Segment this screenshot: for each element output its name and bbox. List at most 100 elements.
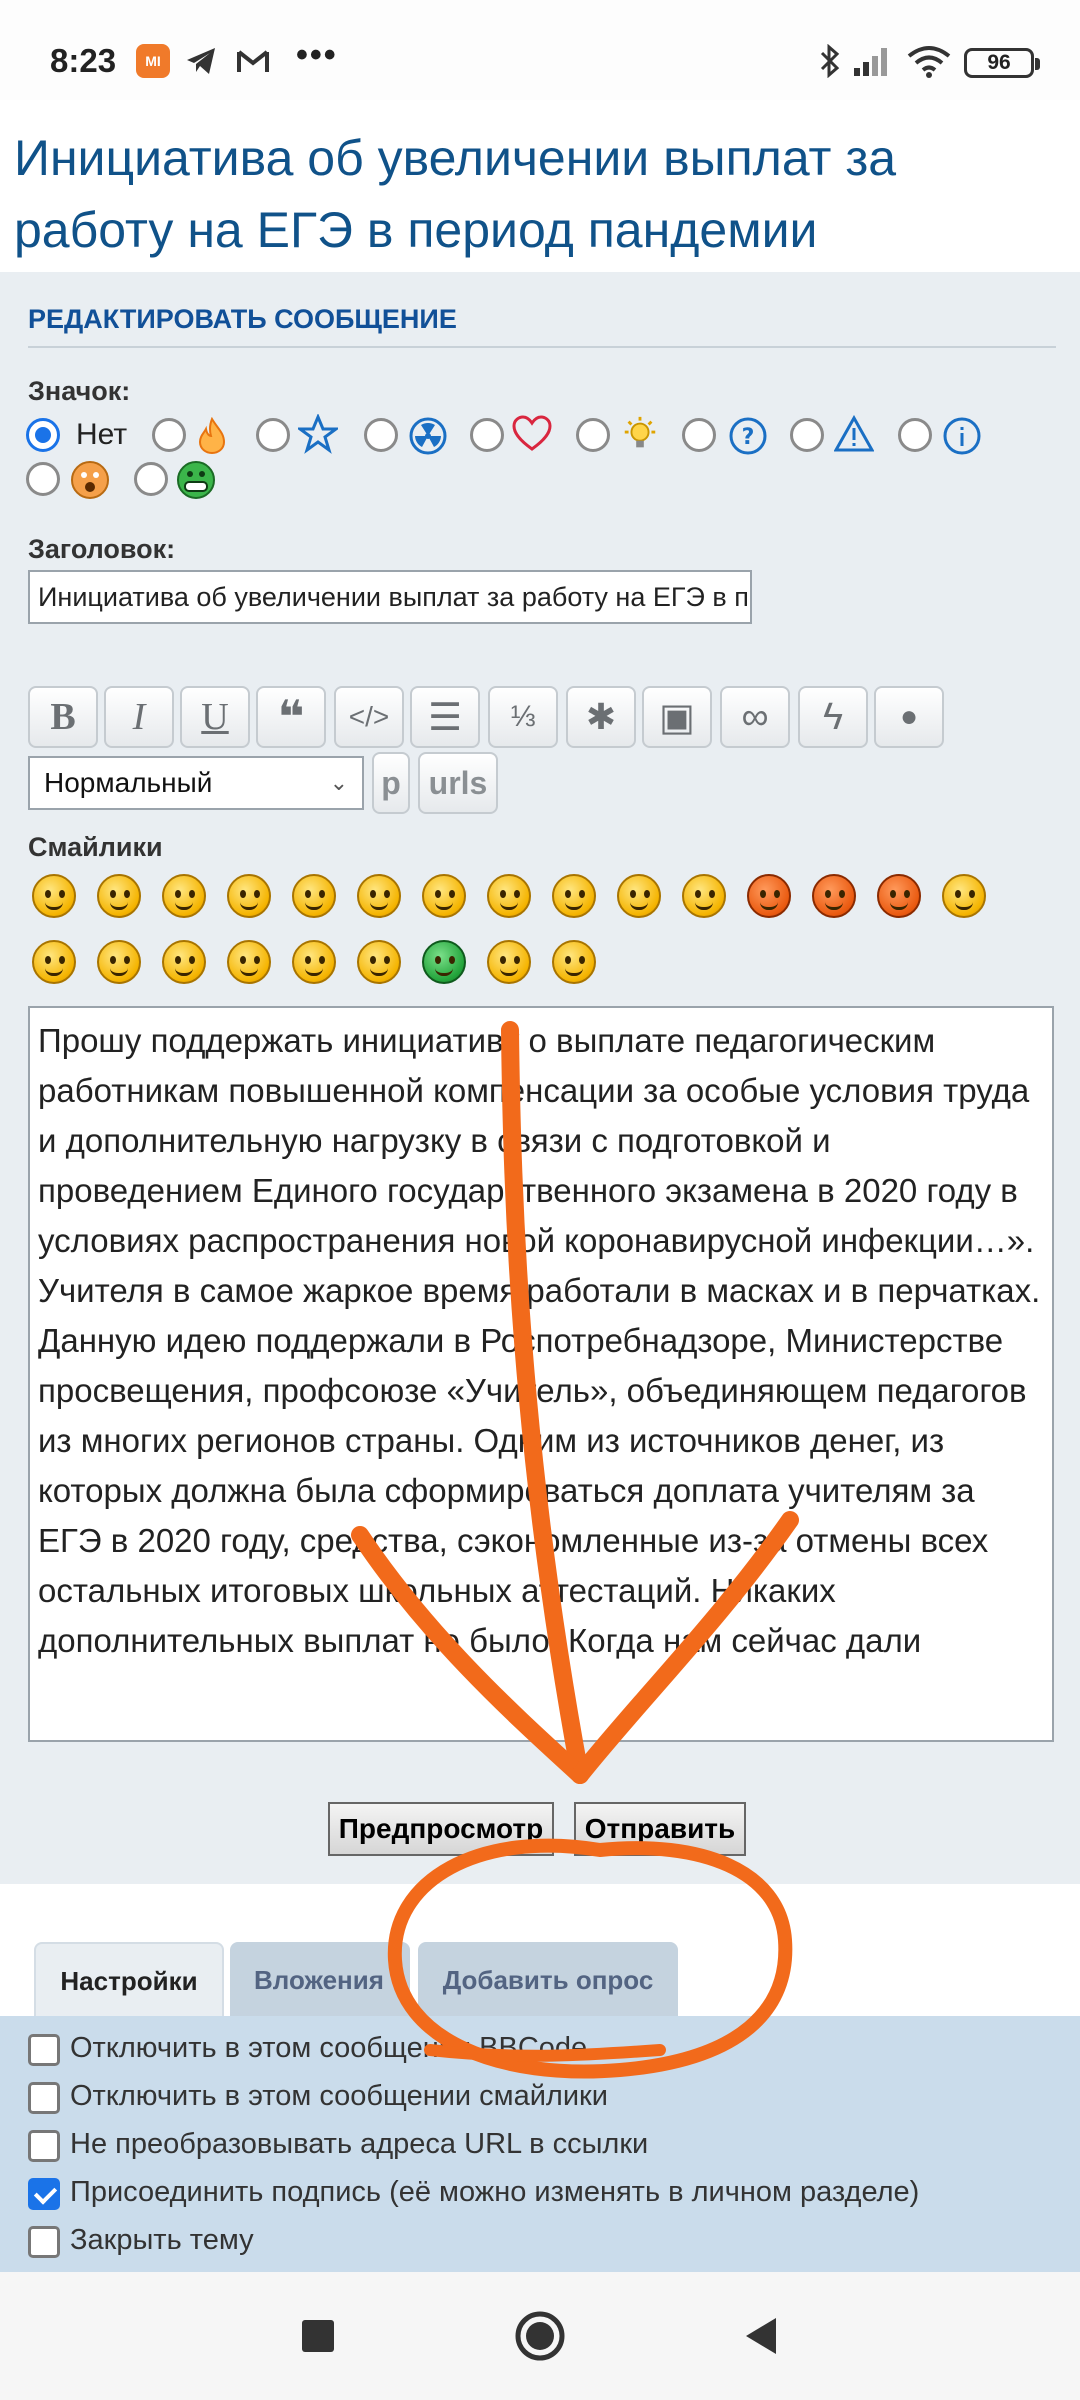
- tab-add-poll[interactable]: Добавить опрос: [418, 1942, 678, 2018]
- icon-radio-warning[interactable]: [790, 418, 824, 452]
- bold-button[interactable]: B: [28, 686, 98, 748]
- checkbox-disable-urls[interactable]: [28, 2130, 60, 2162]
- image-button[interactable]: ▣: [642, 686, 712, 748]
- icon-radio-grin[interactable]: [134, 462, 168, 496]
- checkbox-attach-signature[interactable]: [28, 2178, 60, 2210]
- smiley-icon[interactable]: [487, 940, 531, 984]
- numbered-list-button[interactable]: ⅓: [488, 686, 558, 748]
- option-disable-bbcode-label: Отключить в этом сообщении BBCode: [70, 2032, 588, 2064]
- smiley-icon[interactable]: [227, 874, 271, 918]
- icon-radio-info[interactable]: [898, 418, 932, 452]
- smiley-icon[interactable]: [552, 874, 596, 918]
- underline-button[interactable]: U: [180, 686, 250, 748]
- telegram-icon: [184, 44, 218, 78]
- grin-face-icon: [176, 460, 216, 500]
- smiley-icon[interactable]: [682, 874, 726, 918]
- smiley-icon[interactable]: [357, 874, 401, 918]
- message-textarea[interactable]: Прошу поддержать инициативу о выплате пе…: [28, 1006, 1054, 1742]
- icon-radio-radioactive[interactable]: [364, 418, 398, 452]
- icon-radio-fire[interactable]: [152, 418, 186, 452]
- shocked-face-icon: [70, 460, 110, 500]
- status-bar: 8:23 MI ••• 96: [0, 0, 1080, 100]
- flash-button[interactable]: ϟ: [798, 686, 868, 748]
- tab-attachments[interactable]: Вложения: [230, 1942, 410, 2018]
- back-icon[interactable]: [742, 2316, 780, 2361]
- option-disable-urls-label: Не преобразовывать адреса URL в ссылки: [70, 2128, 649, 2160]
- mi-app-icon: MI: [136, 44, 170, 78]
- chevron-down-icon: ⌄: [329, 770, 348, 795]
- smiley-icon[interactable]: [292, 940, 336, 984]
- smiley-icon[interactable]: [747, 874, 791, 918]
- wifi-icon: [906, 44, 952, 78]
- recents-icon[interactable]: [300, 2318, 336, 2359]
- icon-radio-none[interactable]: [26, 418, 60, 452]
- smiley-icon[interactable]: [812, 874, 856, 918]
- icon-label: Значок:: [28, 376, 131, 406]
- color-button[interactable]: ●: [874, 686, 944, 748]
- font-size-value: Нормальный: [44, 767, 213, 798]
- smiley-icon[interactable]: [227, 940, 271, 984]
- subject-input[interactable]: Инициатива об увеличении выплат за работ…: [28, 570, 752, 624]
- smiley-icon[interactable]: [97, 874, 141, 918]
- warning-icon: [834, 414, 874, 454]
- smiley-icon[interactable]: [617, 874, 661, 918]
- icon-radio-star[interactable]: [256, 418, 290, 452]
- smiley-icon[interactable]: [357, 940, 401, 984]
- option-lock-topic-label: Закрыть тему: [70, 2224, 254, 2256]
- icon-radio-question[interactable]: [682, 418, 716, 452]
- checkbox-disable-bbcode[interactable]: [28, 2034, 60, 2066]
- option-disable-smilies-label: Отключить в этом сообщении смайлики: [70, 2080, 608, 2112]
- home-icon[interactable]: [514, 2310, 566, 2367]
- icon-none-label: Нет: [76, 418, 128, 451]
- icon-radio-lightbulb[interactable]: [576, 418, 610, 452]
- smiley-icon[interactable]: [162, 874, 206, 918]
- code-button[interactable]: </>: [334, 686, 404, 748]
- icon-radio-shocked[interactable]: [26, 462, 60, 496]
- font-size-select[interactable]: Нормальный ⌄: [28, 756, 364, 810]
- heading-divider: [28, 346, 1056, 348]
- link-button[interactable]: ∞: [720, 686, 790, 748]
- radioactive-icon: [408, 416, 448, 456]
- smiley-icon[interactable]: [487, 874, 531, 918]
- question-icon: ?: [728, 416, 768, 456]
- italic-button[interactable]: I: [104, 686, 174, 748]
- urls-button[interactable]: urls: [418, 752, 498, 814]
- form-heading: РЕДАКТИРОВАТЬ СООБЩЕНИЕ: [28, 304, 457, 334]
- checkbox-disable-smilies[interactable]: [28, 2082, 60, 2114]
- heart-icon: [512, 414, 552, 454]
- signal-icon: [852, 44, 894, 78]
- battery-icon: 96: [964, 48, 1040, 78]
- checkbox-lock-topic[interactable]: [28, 2226, 60, 2258]
- smiley-icon[interactable]: [32, 940, 76, 984]
- smiley-icon[interactable]: [552, 940, 596, 984]
- smiley-icon[interactable]: [942, 874, 986, 918]
- smilies-label: Смайлики: [28, 832, 163, 862]
- list-button[interactable]: ☰: [410, 686, 480, 748]
- quote-button[interactable]: ❝: [256, 686, 326, 748]
- bluetooth-icon: [818, 43, 842, 79]
- lightbulb-icon: [620, 414, 660, 454]
- smiley-icon[interactable]: [422, 874, 466, 918]
- p-button[interactable]: p: [372, 752, 410, 814]
- smiley-icon[interactable]: [422, 940, 466, 984]
- svg-text:?: ?: [742, 425, 755, 450]
- smiley-icon[interactable]: [32, 874, 76, 918]
- list-item-button[interactable]: ✱: [566, 686, 636, 748]
- page-title[interactable]: Инициатива об увеличении выплат за работ…: [14, 122, 1064, 266]
- option-attach-signature-label: Присоединить подпись (её можно изменять …: [70, 2176, 920, 2208]
- smiley-icon[interactable]: [292, 874, 336, 918]
- info-icon: [942, 416, 982, 456]
- gmail-icon: [236, 44, 270, 78]
- subject-label: Заголовок:: [28, 534, 176, 564]
- smiley-icon[interactable]: [162, 940, 206, 984]
- submit-button[interactable]: Отправить: [574, 1802, 746, 1856]
- status-time: 8:23: [50, 42, 117, 79]
- icon-radio-heart[interactable]: [470, 418, 504, 452]
- preview-button[interactable]: Предпросмотр: [328, 1802, 554, 1856]
- smiley-icon[interactable]: [877, 874, 921, 918]
- tab-settings[interactable]: Настройки: [34, 1942, 224, 2018]
- star-icon: [298, 414, 338, 454]
- more-dots-icon: •••: [296, 36, 338, 74]
- fire-icon: [192, 416, 232, 456]
- smiley-icon[interactable]: [97, 940, 141, 984]
